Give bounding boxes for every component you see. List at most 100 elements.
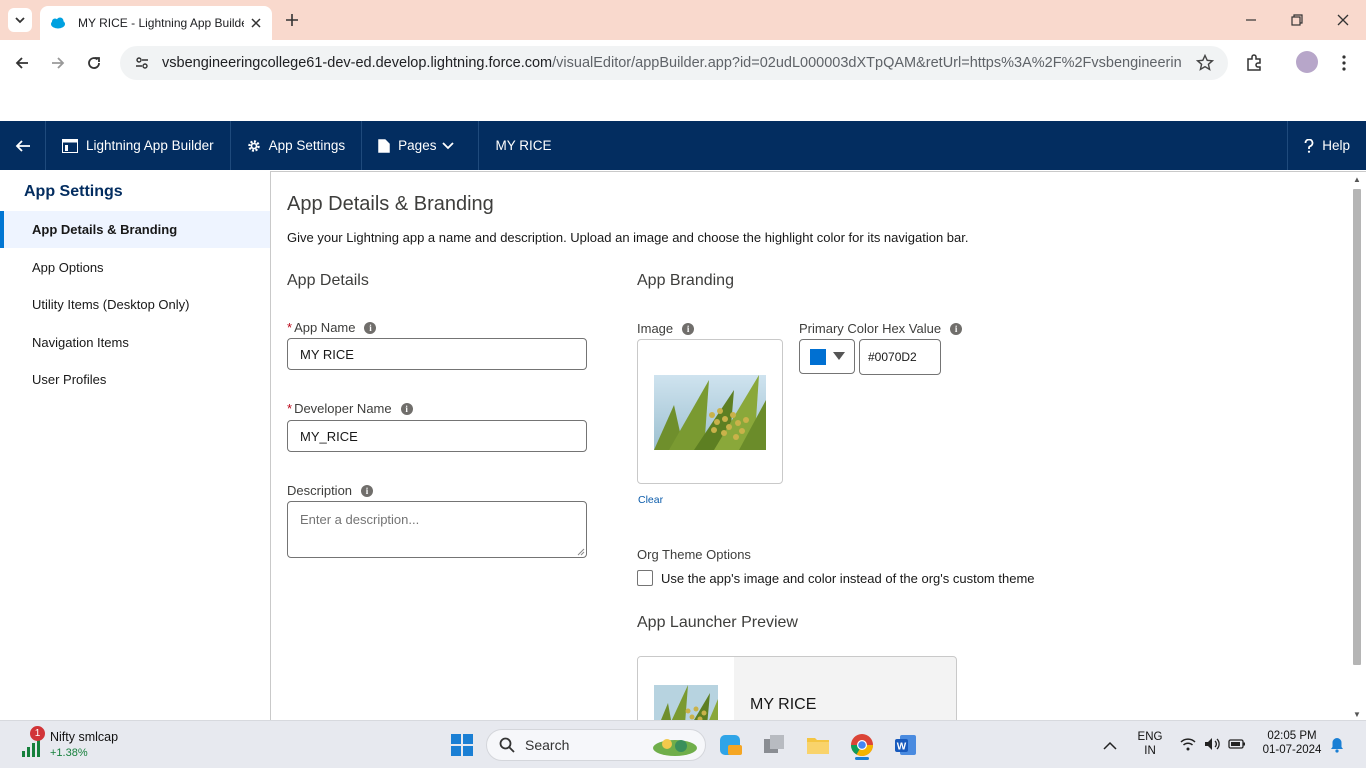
word-app-icon[interactable]: W	[892, 731, 920, 759]
app-details-heading: App Details	[287, 272, 369, 289]
required-marker: *	[287, 320, 293, 335]
language-bottom: IN	[1144, 745, 1156, 757]
sidebar-item-navigation-items[interactable]: Navigation Items	[0, 324, 270, 361]
color-picker-button[interactable]	[799, 339, 855, 374]
new-tab-button[interactable]	[282, 10, 302, 30]
tab-search-button[interactable]	[8, 8, 32, 32]
help-button[interactable]: Help	[1287, 121, 1366, 170]
pages-menu-button[interactable]: Pages	[362, 121, 480, 170]
bell-icon	[1331, 738, 1343, 753]
sidebar-title: App Settings	[24, 183, 123, 200]
salesforce-cloud-icon	[51, 17, 65, 29]
gear-icon	[247, 139, 261, 153]
window-close-button[interactable]	[1333, 10, 1353, 30]
clock-time: 02:05 PM	[1267, 730, 1317, 742]
notifications-button[interactable]	[1330, 737, 1344, 756]
clock[interactable]: 02:05 PM 01-07-2024	[1254, 730, 1330, 756]
browser-tab[interactable]: MY RICE - Lightning App Builder	[40, 6, 272, 40]
more-vertical-icon	[1342, 55, 1346, 71]
clear-image-link[interactable]: Clear	[638, 494, 663, 506]
chrome-app-icon[interactable]	[848, 731, 876, 760]
color-swatch	[810, 349, 826, 365]
task-view-icon[interactable]	[760, 731, 788, 759]
info-icon[interactable]: i	[400, 402, 413, 415]
question-icon	[1304, 138, 1314, 153]
sidebar-item-app-details-branding[interactable]: App Details & Branding	[0, 211, 270, 248]
org-theme-heading: Org Theme Options	[637, 547, 751, 562]
site-info-icon[interactable]	[134, 55, 150, 71]
sidebar-item-utility-items[interactable]: Utility Items (Desktop Only)	[0, 286, 270, 323]
info-icon[interactable]: i	[682, 322, 695, 335]
app-details-panel: App Details & Branding Give your Lightni…	[270, 171, 1366, 720]
back-button[interactable]	[11, 52, 33, 74]
forward-button[interactable]	[47, 52, 69, 74]
address-bar[interactable]: vsbengineeringcollege61-dev-ed.develop.l…	[120, 46, 1228, 80]
start-button[interactable]	[448, 731, 476, 759]
stock-change: +1.38%	[50, 747, 88, 759]
windows-logo-icon	[451, 734, 473, 756]
back-to-setup-button[interactable]	[0, 121, 46, 170]
vertical-scrollbar[interactable]: ▲ ▼	[1352, 176, 1362, 719]
profile-avatar[interactable]	[1296, 51, 1318, 73]
copilot-app-icon[interactable]	[716, 731, 744, 759]
system-tray-icons[interactable]	[1180, 737, 1246, 751]
search-label: Search	[525, 737, 570, 753]
tab-close-button[interactable]	[248, 15, 264, 31]
arrow-left-icon	[15, 57, 28, 69]
app-image-uploader[interactable]	[637, 339, 783, 484]
info-icon[interactable]: i	[950, 322, 963, 335]
description-placeholder: Enter a description...	[300, 512, 420, 527]
preview-image-area	[638, 657, 734, 720]
taskbar-search[interactable]: Search	[486, 729, 706, 761]
chevron-up-icon	[1103, 741, 1117, 750]
pages-label: Pages	[398, 138, 437, 153]
app-branding-heading: App Branding	[637, 272, 734, 289]
search-highlight-icon	[653, 739, 697, 756]
extensions-button[interactable]	[1243, 52, 1265, 74]
developer-name-label: * Developer Name i	[287, 401, 413, 416]
chrome-menu-button[interactable]	[1333, 52, 1355, 74]
app-settings-button[interactable]: App Settings	[231, 121, 363, 170]
hex-color-input[interactable]: #0070D2	[859, 339, 941, 375]
app-name-input[interactable]: MY RICE	[287, 338, 587, 370]
show-hidden-icons-button[interactable]	[1103, 739, 1117, 754]
url-host: vsbengineeringcollege61-dev-ed.develop.l…	[162, 55, 553, 71]
sidebar-item-user-profiles[interactable]: User Profiles	[0, 361, 270, 398]
reload-button[interactable]	[83, 52, 105, 74]
minimize-icon	[1246, 19, 1256, 21]
language-indicator[interactable]: ENG IN	[1134, 731, 1166, 757]
rice-plant-image	[654, 685, 718, 720]
scroll-down-icon[interactable]: ▼	[1353, 711, 1361, 719]
minimize-button[interactable]	[1241, 10, 1261, 30]
app-launcher-preview-heading: App Launcher Preview	[637, 614, 798, 631]
description-label: Description i	[287, 483, 374, 498]
battery-icon	[1228, 739, 1245, 749]
scroll-up-icon[interactable]: ▲	[1353, 176, 1361, 184]
page-icon	[378, 138, 390, 153]
resize-handle-icon[interactable]	[577, 548, 585, 556]
plus-icon	[286, 14, 298, 26]
primary-color-label: Primary Color Hex Value i	[799, 321, 963, 336]
developer-name-input[interactable]: MY_RICE	[287, 420, 587, 452]
bookmark-star-button[interactable]	[1195, 53, 1215, 75]
app-settings-label: App Settings	[268, 138, 346, 153]
chevron-down-icon	[15, 17, 25, 24]
restore-button[interactable]	[1287, 10, 1307, 30]
description-textarea[interactable]: Enter a description...	[287, 501, 587, 558]
use-app-theme-label[interactable]: Use the app's image and color instead of…	[661, 571, 1035, 586]
help-label: Help	[1322, 138, 1350, 153]
info-icon[interactable]: i	[364, 321, 377, 334]
current-app-name: MY RICE	[495, 138, 552, 153]
sidebar-item-app-options[interactable]: App Options	[0, 249, 270, 286]
use-app-theme-checkbox[interactable]	[637, 570, 653, 586]
stock-widget[interactable]: 1 Nifty smlcap +1.38%	[18, 726, 158, 761]
intro-text: Give your Lightning app a name and descr…	[287, 230, 969, 245]
browser-toolbar: vsbengineeringcollege61-dev-ed.develop.l…	[0, 40, 1366, 86]
info-icon[interactable]: i	[361, 484, 374, 497]
caret-down-icon	[833, 352, 845, 360]
file-explorer-icon[interactable]	[804, 731, 832, 759]
required-marker: *	[287, 401, 293, 416]
app-builder-header: Lightning App Builder App Settings Pages…	[0, 121, 1366, 170]
scroll-thumb[interactable]	[1353, 189, 1361, 665]
lightning-app-builder-label: Lightning App Builder	[46, 121, 231, 170]
